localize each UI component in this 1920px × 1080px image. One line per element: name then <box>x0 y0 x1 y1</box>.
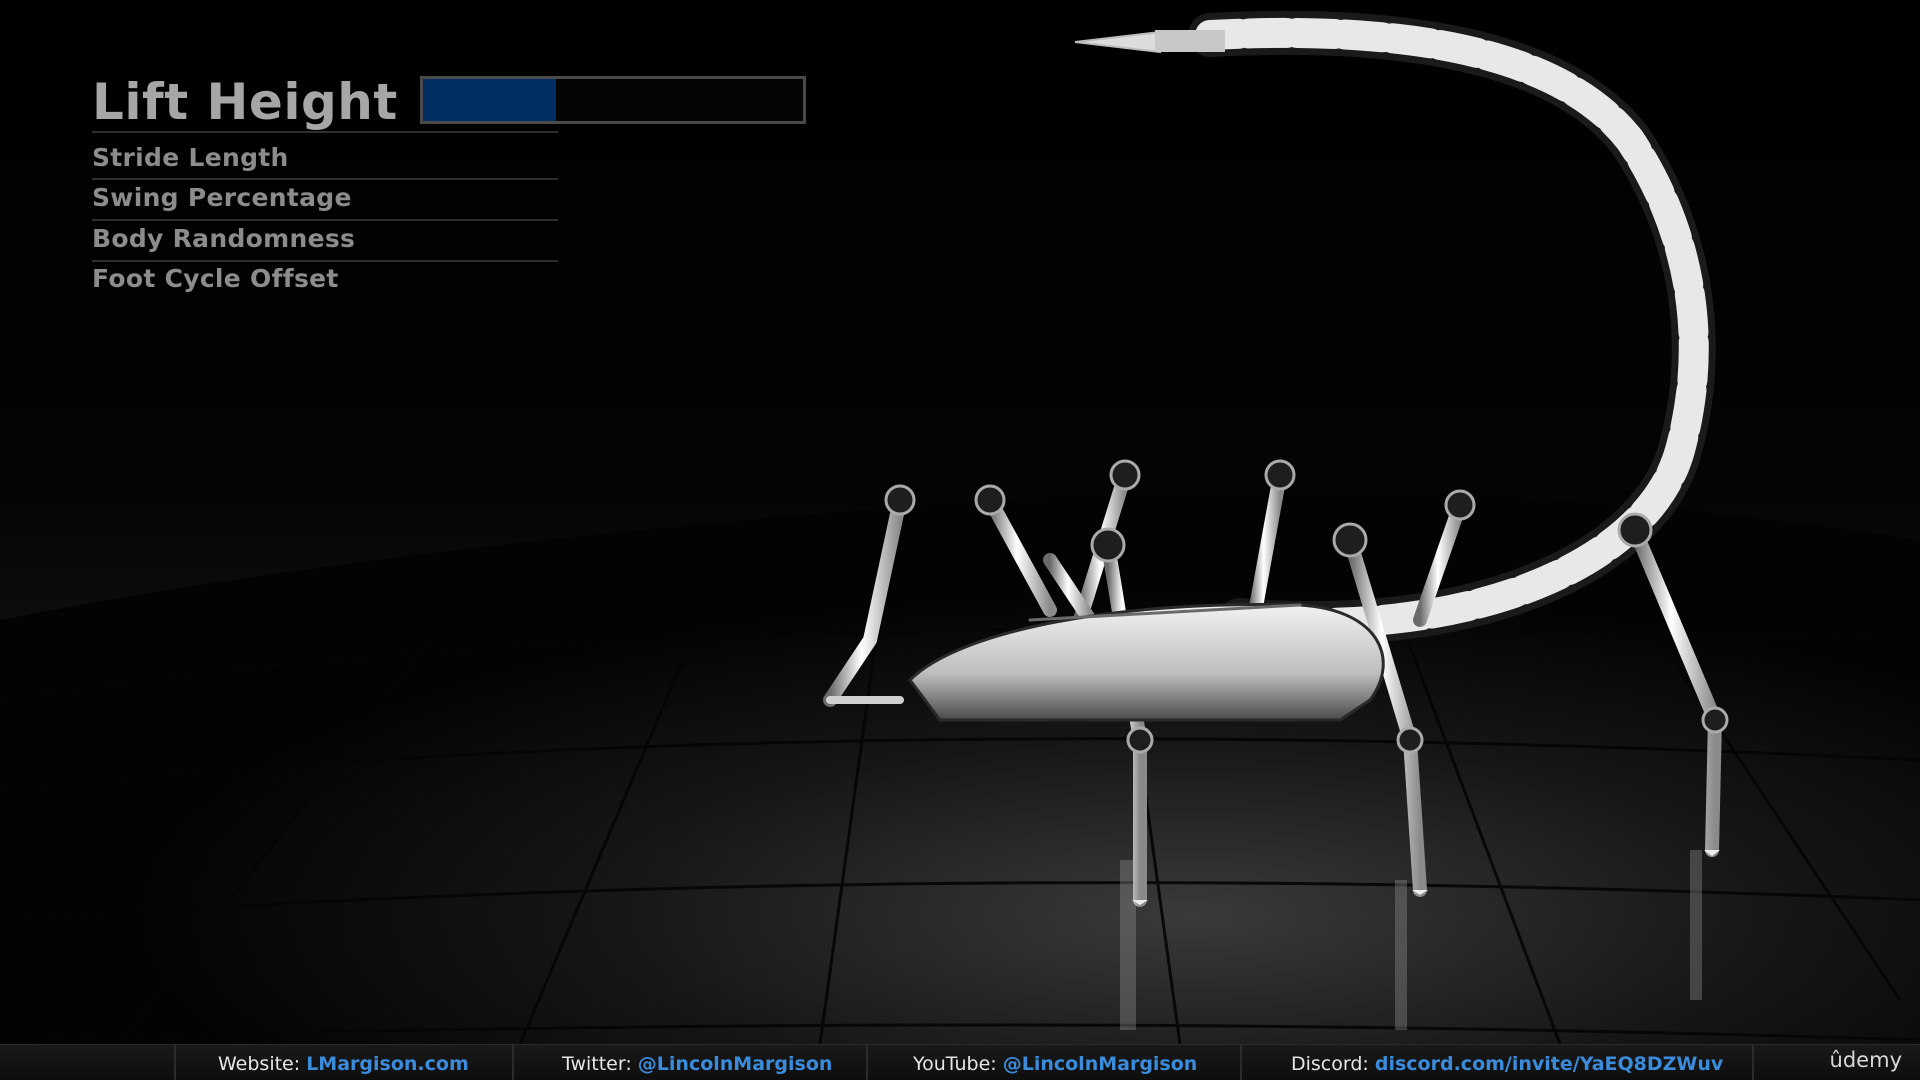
parameter-value-slider[interactable] <box>420 76 806 124</box>
discord-label: Discord: <box>1291 1053 1369 1075</box>
footer-divider <box>174 1045 176 1080</box>
parameter-value-fill <box>423 79 556 121</box>
menu-divider <box>92 219 558 221</box>
menu-divider <box>92 260 558 262</box>
website-link[interactable]: LMargison.com <box>306 1053 469 1075</box>
footer-divider <box>1752 1045 1754 1080</box>
menu-item-stride-length[interactable]: Stride Length <box>92 143 289 172</box>
menu-item-swing-percentage[interactable]: Swing Percentage <box>92 183 352 212</box>
udemy-logo: ûdemy <box>1829 1048 1902 1072</box>
twitter-entry: Twitter: @LincolnMargison <box>562 1053 832 1075</box>
youtube-entry: YouTube: @LincolnMargison <box>913 1053 1197 1075</box>
discord-link[interactable]: discord.com/invite/YaEQ8DZWuv <box>1375 1053 1723 1075</box>
website-entry: Website: LMargison.com <box>218 1053 469 1075</box>
menu-divider <box>92 178 558 180</box>
social-links-footer: Website: LMargison.com Twitter: @Lincoln… <box>0 1044 1920 1080</box>
twitter-link[interactable]: @LincolnMargison <box>638 1053 833 1075</box>
youtube-link[interactable]: @LincolnMargison <box>1003 1053 1198 1075</box>
footer-divider <box>1240 1045 1242 1080</box>
youtube-label: YouTube: <box>913 1053 997 1075</box>
animation-parameter-menu: Lift Height Stride Length Swing Percenta… <box>92 70 812 293</box>
discord-entry: Discord: discord.com/invite/YaEQ8DZWuv <box>1291 1053 1723 1075</box>
footer-divider <box>512 1045 514 1080</box>
menu-item-body-randomness[interactable]: Body Randomness <box>92 224 355 253</box>
menu-divider <box>92 131 558 133</box>
website-label: Website: <box>218 1053 301 1075</box>
menu-item-foot-cycle-offset[interactable]: Foot Cycle Offset <box>92 264 339 293</box>
footer-divider <box>866 1045 868 1080</box>
selected-parameter-label: Lift Height <box>92 73 398 131</box>
twitter-label: Twitter: <box>562 1053 632 1075</box>
